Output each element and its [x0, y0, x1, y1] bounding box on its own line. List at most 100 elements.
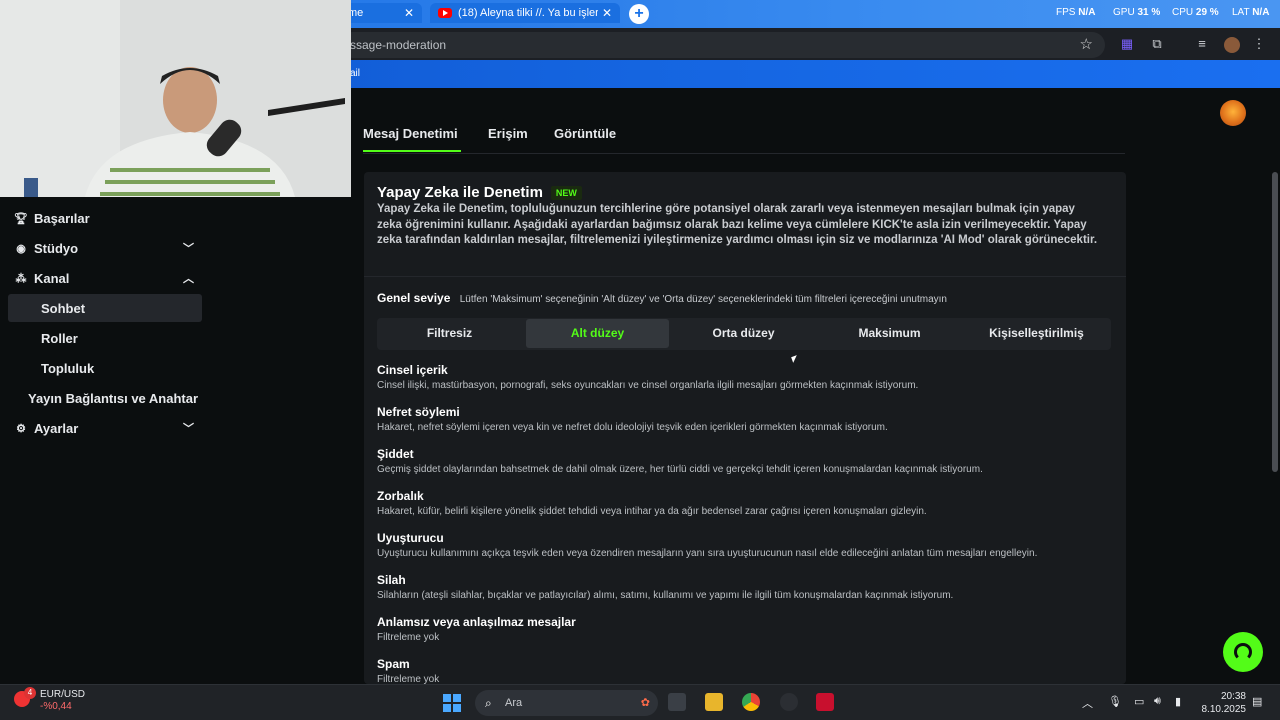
user-avatar[interactable] [1220, 100, 1246, 126]
category-name: Zorbalık [377, 489, 424, 503]
category-name: Spam [377, 657, 410, 671]
level-option-maximum[interactable]: Maksimum [818, 319, 961, 348]
webcam-overlay [0, 0, 351, 197]
file-app-icon[interactable] [668, 693, 686, 711]
category-desc: Cinsel ilişki, mastürbasyon, pornografi,… [377, 380, 919, 391]
ai-description: Yapay Zeka ile Denetim, topluluğunuzun t… [377, 203, 1098, 247]
puzzle-extensions-icon[interactable]: ⧉ [1150, 37, 1164, 51]
category-name: Anlamsız veya anlaşılmaz mesajlar [377, 615, 576, 629]
level-option-unfiltered[interactable]: Filtresiz [378, 319, 521, 348]
level-option-low[interactable]: Alt düzey [526, 319, 669, 348]
webcam-image [0, 0, 351, 197]
taskbar-clock[interactable]: 20:38 8.10.2025 [1200, 690, 1247, 716]
category-item: Cinsel içerik Cinsel ilişki, mastürbasyo… [377, 363, 1117, 391]
address-bar[interactable]: ssage-moderation ☆ [340, 32, 1105, 58]
lat-label: LAT [1232, 7, 1250, 18]
browser-tab[interactable]: me ✕ [340, 3, 422, 23]
sidebar-item-roles[interactable]: Roller [8, 324, 202, 352]
category-item: Uyuşturucu Uyuşturucu kullanımını açıkça… [377, 531, 1117, 559]
sidebar-item-label: Roller [41, 330, 78, 346]
category-item: Silah Silahların (ateşli silahlar, bıçak… [377, 573, 1117, 601]
profile-avatar[interactable] [1224, 37, 1240, 53]
sidebar-item-label: Stüdyo [34, 240, 79, 256]
trophy-icon: 🏆︎ [14, 212, 28, 225]
channel-icon: ⁂ [15, 272, 27, 285]
cpu-value: 29 % [1195, 7, 1219, 18]
clock-time: 20:38 [1220, 691, 1246, 702]
clock-date: 8.10.2025 [1201, 704, 1247, 715]
close-tab-icon[interactable]: ✕ [602, 6, 612, 20]
tab-title: (18) Aleyna tilki //. Ya bu işler n [458, 7, 598, 19]
category-desc: Filtreleme yok [377, 632, 440, 643]
cpu-label: CPU [1172, 7, 1194, 18]
windows-taskbar: 4 EUR/USD -%0,44 ⌕ Ara ✿ ︿ 🎙︎ ▭ 🔊︎ ▮ 20:… [0, 684, 1280, 720]
sidebar-item-chat[interactable]: Sohbet [8, 294, 202, 322]
sidebar-item-studio[interactable]: ◉ Stüdyo ﹀ [8, 234, 202, 262]
chevron-up-icon: ︿ [183, 273, 194, 285]
level-option-medium[interactable]: Orta düzey [672, 319, 815, 348]
latency-readout: LAT N/A [1232, 7, 1269, 18]
new-tab-button[interactable]: + [629, 4, 649, 24]
level-hint: Lütfen 'Maksimum' seçeneğinin 'Alt düzey… [459, 294, 947, 305]
category-item: Spam Filtreleme yok [377, 657, 1117, 684]
ai-moderation-panel: Yapay Zeka ile Denetim NEW Yapay Zeka il… [364, 172, 1126, 684]
chrome-icon[interactable] [742, 693, 760, 711]
taskbar-search[interactable]: ⌕ Ara ✿ [475, 690, 658, 716]
tab-access[interactable]: Erişim [488, 126, 528, 141]
extension-icon[interactable]: ▦ [1120, 37, 1134, 51]
tab-view[interactable]: Görüntüle [554, 126, 616, 141]
app-icon[interactable] [780, 693, 798, 711]
cpu-readout: CPU 29 % [1172, 7, 1219, 18]
app-red-icon[interactable] [816, 693, 834, 711]
category-desc: Hakaret, küfür, belirli kişilere yönelik… [377, 506, 927, 517]
search-highlight-icon: ✿ [640, 697, 650, 709]
chevron-up-icon[interactable]: ︿ [1082, 695, 1093, 711]
forex-badge: 4 [24, 687, 36, 699]
sidebar-item-channel[interactable]: ⁂ Kanal ︿ [8, 264, 202, 292]
file-explorer-icon[interactable] [705, 693, 723, 711]
category-item: Anlamsız veya anlaşılmaz mesajlar Filtre… [377, 615, 1117, 643]
section-title: Yapay Zeka ile Denetim NEW [377, 184, 582, 201]
category-desc: Filtreleme yok [377, 674, 440, 684]
windows-start-icon[interactable] [443, 694, 461, 712]
sidebar-item-achievements[interactable]: 🏆︎ Başarılar [8, 204, 202, 232]
search-placeholder: Ara [505, 697, 523, 709]
sidebar-item-stream-key[interactable]: Yayın Bağlantısı ve Anahtar [8, 384, 218, 412]
category-item: Şiddet Geçmiş şiddet olaylarından bahset… [377, 447, 1117, 475]
category-item: Nefret söylemi Hakaret, nefret söylemi i… [377, 405, 1117, 433]
tab-message-moderation[interactable]: Mesaj Denetimi [363, 126, 461, 152]
battery-icon[interactable]: ▮ [1175, 695, 1181, 708]
level-label: Genel seviye [377, 291, 451, 305]
microphone-icon[interactable]: 🎙︎ [1108, 695, 1122, 708]
volume-icon[interactable]: 🔊︎ [1154, 695, 1161, 708]
gpu-label: GPU [1113, 7, 1135, 18]
page-scrollbar[interactable] [1272, 172, 1278, 472]
sidebar-item-settings[interactable]: ⚙ Ayarlar ﹀ [8, 414, 202, 442]
level-option-custom[interactable]: Kişiselleştirilmiş [965, 319, 1108, 348]
gpu-value: 31 % [1137, 7, 1161, 18]
youtube-icon [438, 8, 452, 18]
notification-icon[interactable]: ▤ [1252, 695, 1262, 708]
fps-label: FPS [1056, 7, 1076, 18]
sidebar-item-community[interactable]: Topluluk [8, 354, 202, 382]
bookmark-item[interactable]: ail [350, 68, 360, 79]
bookmark-star-icon[interactable]: ☆ [1080, 32, 1093, 58]
fps-readout: FPS N/A [1056, 7, 1095, 18]
category-item: Zorbalık Hakaret, küfür, belirli kişiler… [377, 489, 1117, 517]
fps-value: N/A [1078, 7, 1096, 18]
category-desc: Uyuşturucu kullanımını açıkça teşvik ede… [377, 548, 1038, 559]
sidebar-item-label: Sohbet [41, 300, 86, 316]
chevron-down-icon: ﹀ [183, 243, 194, 255]
level-row: Genel seviye Lütfen 'Maksimum' seçeneğin… [377, 291, 947, 305]
category-name: Cinsel içerik [377, 363, 448, 377]
menu-dots-icon[interactable]: ⋮ [1252, 37, 1266, 51]
chevron-down-icon: ﹀ [183, 423, 194, 435]
display-icon[interactable]: ▭ [1134, 695, 1144, 708]
sidebar-item-label: Yayın Bağlantısı ve Anahtar [28, 390, 199, 406]
support-chat-button[interactable] [1223, 632, 1263, 672]
forex-widget[interactable]: 4 EUR/USD -%0,44 [14, 687, 85, 713]
close-tab-icon[interactable]: ✕ [404, 6, 414, 20]
sidebar-item-label: Başarılar [34, 210, 90, 226]
media-control-icon[interactable]: ≡ [1195, 37, 1209, 51]
browser-tab-youtube[interactable]: (18) Aleyna tilki //. Ya bu işler n ✕ [430, 3, 620, 23]
